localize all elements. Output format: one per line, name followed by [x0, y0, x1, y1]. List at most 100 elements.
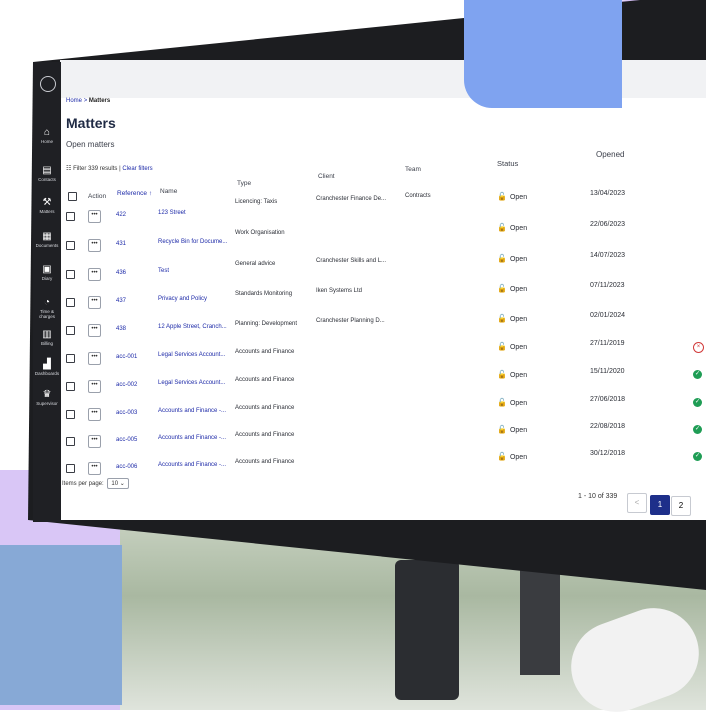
row-checkbox[interactable] — [66, 437, 75, 446]
sidebar-item-label: Billing — [40, 341, 53, 346]
row-actions-button[interactable]: ••• — [88, 324, 101, 337]
chevron-down-icon: ⌄ — [119, 481, 125, 487]
sidebar-item-supervisor[interactable]: ♛ Supervisor — [33, 390, 61, 407]
matter-name[interactable]: Test — [158, 268, 169, 274]
matter-status-label: Open — [509, 256, 528, 263]
matter-reference[interactable]: 438 — [116, 326, 126, 332]
row-actions-button[interactable]: ••• — [88, 210, 101, 223]
filter-bar: ☷ Filter 339 results | Clear filters — [66, 165, 153, 172]
matter-name[interactable]: 123 Street — [158, 210, 186, 216]
items-per-page-select[interactable]: 10 ⌄ — [107, 478, 129, 489]
matter-type: Accounts and Finance — [235, 377, 295, 383]
unlock-icon: 🔓 — [497, 370, 507, 379]
sidebar-item-dashboards[interactable]: ▟ Dashboards — [33, 360, 61, 377]
matter-reference[interactable]: acc-001 — [116, 354, 137, 360]
calendar-icon: ▣ — [42, 264, 52, 275]
prev-page-button[interactable]: < — [627, 493, 647, 513]
document-icon: ▦ — [42, 231, 52, 242]
matter-status: 🔓 Open — [497, 452, 527, 461]
matter-name[interactable]: Accounts and Finance -... — [158, 462, 226, 468]
row-actions-button[interactable]: ••• — [88, 408, 101, 421]
page-subtitle: Open matters — [66, 140, 115, 149]
matter-reference[interactable]: 431 — [116, 241, 126, 247]
matter-status-label: Open — [509, 454, 528, 461]
matter-reference[interactable]: 437 — [116, 298, 126, 304]
matter-reference[interactable]: acc-003 — [116, 410, 137, 416]
matter-name[interactable]: Accounts and Finance -... — [158, 435, 226, 441]
matter-reference[interactable]: acc-002 — [116, 382, 137, 388]
row-actions-button[interactable]: ••• — [88, 296, 101, 309]
row-checkbox[interactable] — [66, 212, 75, 221]
row-checkbox[interactable] — [66, 326, 75, 335]
sidebar-item-diary[interactable]: ▣ Diary — [33, 264, 61, 282]
row-actions-button[interactable]: ••• — [88, 239, 101, 252]
row-actions-button[interactable]: ••• — [88, 352, 101, 365]
row-checkbox[interactable] — [66, 410, 75, 419]
home-icon: ⌂ — [43, 127, 51, 138]
filter-icon[interactable]: ☷ — [66, 166, 71, 172]
check-icon: ✓ — [693, 452, 702, 461]
column-header-type[interactable]: Type — [237, 180, 251, 187]
matter-opened: 27/11/2019 — [590, 340, 625, 347]
row-checkbox[interactable] — [66, 354, 75, 363]
sidebar-item-label: Contacts — [38, 177, 56, 182]
matter-opened: 02/01/2024 — [590, 312, 626, 319]
contacts-icon: ▤ — [42, 165, 52, 176]
matter-type: Licencing: Taxis — [235, 199, 278, 205]
column-header-client[interactable]: Client — [318, 173, 335, 180]
matter-status: 🔓 Open — [497, 425, 527, 434]
matter-reference[interactable]: 436 — [116, 270, 126, 276]
matter-status: 🔓 Open — [497, 314, 527, 323]
matter-name[interactable]: Recycle Bin for Docume... — [158, 239, 227, 245]
page-2-button[interactable]: 2 — [671, 496, 691, 516]
matter-reference[interactable]: 422 — [116, 212, 126, 218]
column-header-name[interactable]: Name — [160, 188, 177, 195]
page-title: Matters — [66, 115, 116, 131]
matter-client: Cranchester Skills and L... — [316, 258, 387, 264]
matter-name[interactable]: Legal Services Account... — [158, 380, 225, 386]
row-checkbox[interactable] — [66, 270, 75, 279]
sidebar-item-label: Diary — [41, 276, 53, 281]
row-checkbox[interactable] — [66, 298, 75, 307]
sidebar-item-contacts[interactable]: ▤ Contacts — [33, 165, 61, 183]
background-shape-blue-top — [464, 0, 622, 108]
sidebar-item-documents[interactable]: ▦ Documents — [33, 231, 61, 249]
row-actions-button[interactable]: ••• — [88, 268, 101, 281]
page-1-button[interactable]: 1 — [650, 495, 670, 515]
sidebar-item-billing[interactable]: ▥ Billing — [33, 330, 61, 347]
clear-filters-link[interactable]: Clear filters — [122, 166, 152, 172]
column-header-opened[interactable]: Opened — [596, 150, 624, 159]
matter-client: Iken Systems Ltd — [316, 288, 363, 294]
matter-status-label: Open — [509, 316, 528, 323]
row-actions-button[interactable]: ••• — [88, 380, 101, 393]
matter-status-label: Open — [509, 400, 528, 407]
row-checkbox[interactable] — [66, 382, 75, 391]
matter-name[interactable]: Legal Services Account... — [158, 352, 225, 358]
row-checkbox[interactable] — [66, 464, 75, 473]
matter-name[interactable]: Privacy and Policy — [158, 296, 207, 302]
unlock-icon: 🔓 — [497, 192, 507, 201]
sidebar-item-label: Matters — [39, 209, 55, 214]
matter-type: Accounts and Finance — [235, 432, 295, 438]
matter-name[interactable]: Accounts and Finance -... — [158, 408, 226, 414]
sidebar-item-time-charges[interactable]: ◔ Time & charges — [33, 298, 61, 320]
sidebar-item-label: Home — [40, 139, 53, 144]
row-actions-button[interactable]: ••• — [88, 435, 101, 448]
column-header-status[interactable]: Status — [497, 159, 518, 168]
matter-reference[interactable]: acc-006 — [116, 464, 137, 470]
filter-separator: | — [119, 166, 121, 172]
filter-button[interactable]: Filter — [73, 166, 86, 172]
matter-reference[interactable]: acc-005 — [116, 437, 137, 443]
row-actions-button[interactable]: ••• — [88, 462, 101, 475]
breadcrumb-home[interactable]: Home — [66, 98, 82, 104]
matter-name[interactable]: 12 Apple Street, Cranch... — [158, 324, 227, 330]
column-header-team[interactable]: Team — [405, 166, 421, 173]
row-checkbox[interactable] — [66, 241, 75, 250]
unlock-icon: 🔓 — [497, 254, 507, 263]
unlock-icon: 🔓 — [497, 342, 507, 351]
gavel-icon: ⚒ — [42, 197, 52, 208]
pagination-range: 1 - 10 of 339 — [578, 493, 618, 500]
matter-status-label: Open — [509, 427, 528, 434]
sidebar-item-matters[interactable]: ⚒ Matters — [33, 197, 61, 215]
sidebar-item-home[interactable]: ⌂ Home — [33, 127, 61, 145]
